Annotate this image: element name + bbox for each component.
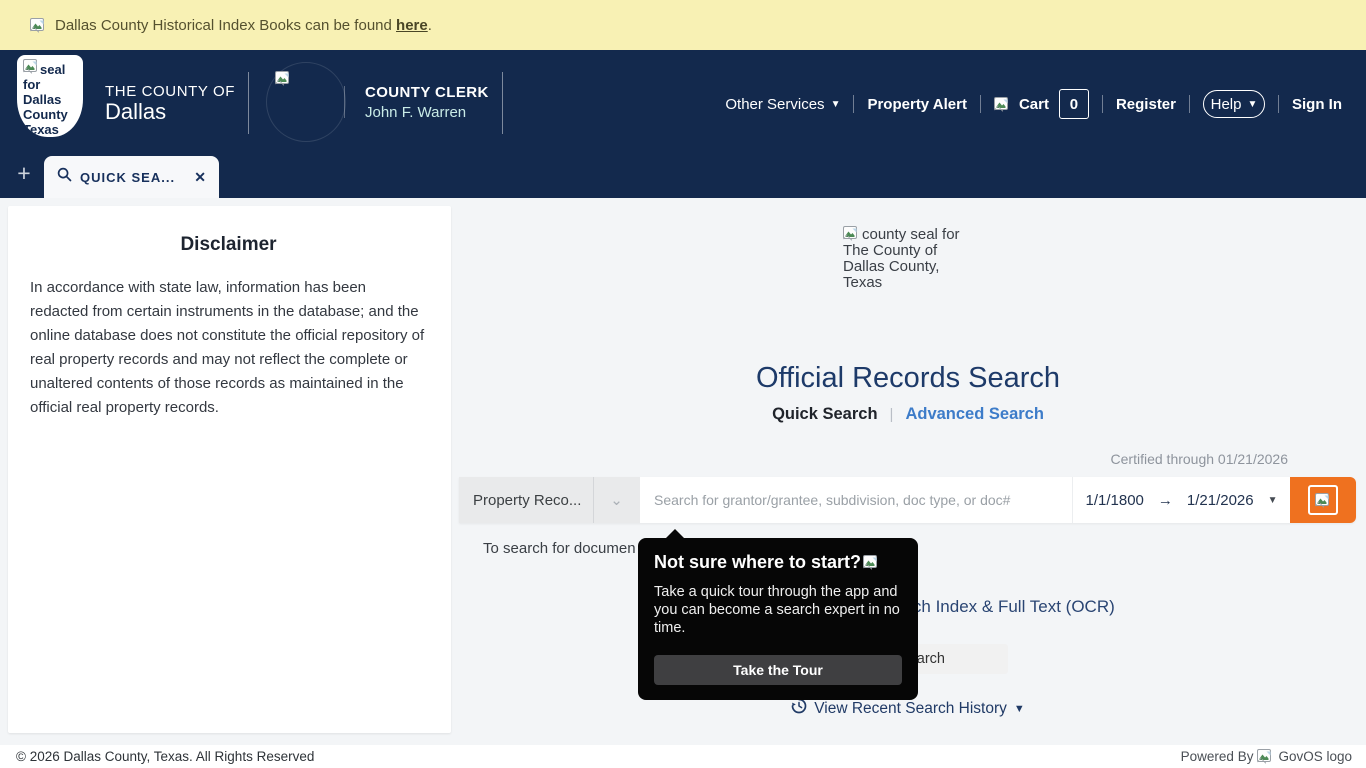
govos-logo-alt-text: GovOS logo bbox=[1278, 749, 1352, 764]
record-category-value: Property Reco... bbox=[459, 492, 593, 509]
tab-advanced-search-mode[interactable]: Advanced Search bbox=[905, 405, 1043, 424]
disclaimer-panel: Disclaimer In accordance with state law,… bbox=[8, 206, 451, 733]
banner-suffix: . bbox=[428, 17, 432, 34]
broken-image-icon bbox=[1257, 749, 1274, 764]
header: seal for Dallas County Texas THE COUNTY … bbox=[0, 50, 1366, 198]
disclaimer-body: In accordance with state law, informatio… bbox=[30, 276, 427, 420]
arrow-right-icon: → bbox=[1158, 492, 1173, 509]
help-label: Help bbox=[1211, 96, 1242, 113]
broken-image-icon bbox=[843, 226, 860, 241]
search-hint-text: To search for documen bbox=[483, 540, 636, 557]
here-link[interactable]: here bbox=[396, 17, 428, 34]
tab-label: QUICK SEA... bbox=[80, 170, 175, 185]
tooltip-body: Take a quick tour through the app and yo… bbox=[654, 583, 902, 637]
nav-divider bbox=[1102, 95, 1103, 113]
cart-label: Cart bbox=[1019, 96, 1049, 113]
county-seal-placeholder: seal for Dallas County Texas bbox=[17, 55, 83, 137]
mode-divider: | bbox=[890, 406, 894, 423]
header-divider bbox=[248, 72, 249, 134]
nav-divider bbox=[1189, 95, 1190, 113]
county-seal-image-placeholder: county seal for The County of Dallas Cou… bbox=[843, 226, 969, 291]
close-tab-icon[interactable]: ✕ bbox=[194, 169, 206, 186]
header-divider bbox=[502, 72, 503, 134]
date-to-value: 1/21/2026 bbox=[1187, 492, 1254, 509]
chevron-down-icon: ⌄ bbox=[593, 477, 639, 523]
register-link[interactable]: Register bbox=[1116, 96, 1176, 113]
clerk-name: John F. Warren bbox=[365, 104, 466, 121]
date-from-value: 1/1/1800 bbox=[1085, 492, 1143, 509]
record-category-dropdown[interactable]: Property Reco... ⌄ bbox=[459, 477, 640, 523]
clerk-title: COUNTY CLERK bbox=[365, 84, 489, 101]
tooltip-title-text: Not sure where to start? bbox=[654, 552, 861, 572]
copyright-text: © 2026 Dallas County, Texas. All Rights … bbox=[16, 749, 314, 764]
powered-by-label: Powered By bbox=[1181, 749, 1254, 764]
search-submit-button[interactable] bbox=[1290, 477, 1356, 523]
certified-through-label: Certified through 01/21/2026 bbox=[1111, 451, 1288, 467]
disclaimer-title: Disclaimer bbox=[30, 234, 427, 256]
help-menu[interactable]: Help ▼ bbox=[1203, 90, 1265, 118]
banner-message: Dallas County Historical Index Books can… bbox=[55, 17, 392, 34]
nav-divider bbox=[1278, 95, 1279, 113]
county-of-label: THE COUNTY OF bbox=[105, 83, 235, 100]
page-title: Official Records Search bbox=[458, 362, 1358, 395]
tab-quick-search[interactable]: QUICK SEA... ✕ bbox=[44, 156, 219, 198]
view-recent-search-history[interactable]: View Recent Search History ▼ bbox=[458, 698, 1358, 719]
official-records-search-page: Dallas County Historical Index Books can… bbox=[0, 0, 1366, 768]
tab-quick-search-mode[interactable]: Quick Search bbox=[772, 405, 877, 424]
property-alert-link[interactable]: Property Alert bbox=[867, 96, 966, 113]
broken-image-icon bbox=[23, 59, 40, 74]
broken-image-frame bbox=[1308, 485, 1338, 515]
chevron-down-icon: ▼ bbox=[1014, 703, 1025, 715]
content-area: Disclaimer In accordance with state law,… bbox=[0, 198, 1366, 745]
chevron-down-icon: ▼ bbox=[1268, 495, 1278, 506]
history-icon bbox=[791, 698, 807, 719]
banner-text: Dallas County Historical Index Books can… bbox=[55, 17, 432, 34]
county-seal-alt-text: county seal for The County of Dallas Cou… bbox=[843, 226, 960, 291]
tour-tooltip: Not sure where to start? Take a quick to… bbox=[638, 538, 918, 700]
historical-index-banner: Dallas County Historical Index Books can… bbox=[0, 0, 1366, 50]
broken-image-icon bbox=[1315, 493, 1332, 508]
powered-by: Powered By GovOS logo bbox=[1181, 749, 1352, 764]
chevron-down-icon: ▼ bbox=[831, 99, 841, 110]
nav-divider bbox=[853, 95, 854, 113]
nav-divider bbox=[980, 95, 981, 113]
broken-image-icon bbox=[863, 555, 880, 570]
chevron-down-icon: ▼ bbox=[1247, 99, 1257, 110]
take-the-tour-button[interactable]: Take the Tour bbox=[654, 655, 902, 685]
clerk-seal-placeholder bbox=[266, 62, 346, 142]
cart-icon bbox=[994, 97, 1011, 112]
header-divider bbox=[344, 86, 345, 118]
county-name: Dallas bbox=[105, 99, 166, 125]
other-services-label: Other Services bbox=[725, 96, 824, 113]
tooltip-title: Not sure where to start? bbox=[654, 552, 902, 573]
search-bar: Property Reco... ⌄ 1/1/1800 → 1/21/2026 … bbox=[459, 477, 1356, 523]
recent-history-label: View Recent Search History bbox=[814, 700, 1007, 718]
search-icon bbox=[57, 167, 72, 187]
broken-image-icon bbox=[30, 18, 47, 33]
search-mode-switcher: Quick Search | Advanced Search bbox=[458, 405, 1358, 424]
cart-link[interactable]: Cart 0 bbox=[994, 89, 1089, 119]
add-tab-button[interactable]: + bbox=[13, 162, 35, 186]
search-input[interactable] bbox=[640, 477, 1072, 523]
sign-in-link[interactable]: Sign In bbox=[1292, 96, 1342, 113]
cart-count-badge: 0 bbox=[1059, 89, 1089, 119]
other-services-menu[interactable]: Other Services ▼ bbox=[725, 96, 840, 113]
top-navigation: Other Services ▼ Property Alert Cart 0 Re… bbox=[725, 88, 1342, 120]
broken-image-icon bbox=[275, 71, 292, 86]
footer: © 2026 Dallas County, Texas. All Rights … bbox=[0, 745, 1366, 768]
date-range-picker[interactable]: 1/1/1800 → 1/21/2026 ▼ bbox=[1072, 477, 1290, 523]
